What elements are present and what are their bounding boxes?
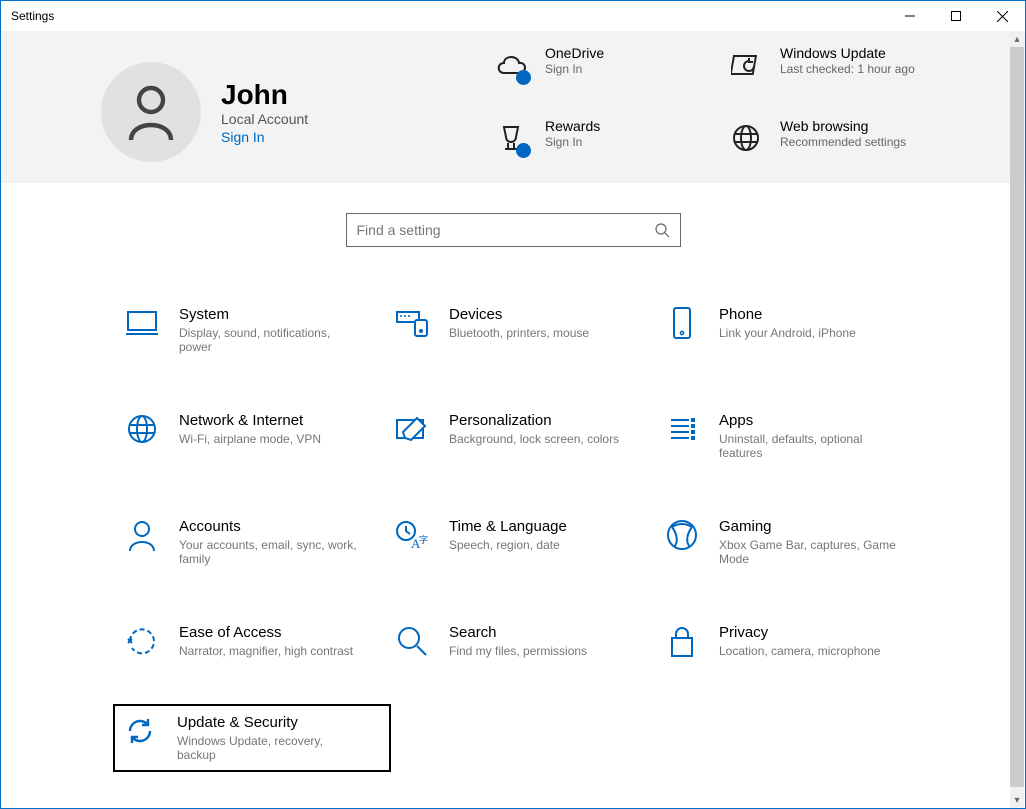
tile-title: Web browsing	[780, 118, 906, 134]
minimize-button[interactable]	[887, 1, 933, 31]
tile-title: OneDrive	[545, 45, 604, 61]
phone-icon	[665, 306, 699, 340]
category-update-security[interactable]: Update & Security Windows Update, recove…	[113, 704, 391, 772]
globe-icon	[125, 412, 159, 446]
category-system[interactable]: System Display, sound, notifications, po…	[121, 302, 391, 358]
rewards-icon	[491, 118, 531, 158]
category-title: Search	[449, 624, 587, 641]
update-security-icon	[123, 714, 157, 748]
category-time-language[interactable]: A字 Time & Language Speech, region, date	[391, 514, 661, 570]
category-desc: Uninstall, defaults, optional features	[719, 432, 899, 460]
category-title: Accounts	[179, 518, 359, 535]
categories-grid: System Display, sound, notifications, po…	[121, 302, 991, 772]
category-desc: Background, lock screen, colors	[449, 432, 619, 446]
scrollbar-track[interactable]	[1010, 47, 1024, 792]
tile-subtitle: Last checked: 1 hour ago	[780, 62, 915, 76]
tile-onedrive[interactable]: OneDrive Sign In	[491, 41, 716, 110]
search-icon	[654, 222, 670, 238]
category-phone[interactable]: Phone Link your Android, iPhone	[661, 302, 931, 358]
category-desc: Find my files, permissions	[449, 644, 587, 658]
avatar[interactable]	[101, 62, 201, 162]
category-desc: Speech, region, date	[449, 538, 567, 552]
window-controls	[887, 1, 1025, 31]
user-block: John Local Account Sign In	[101, 41, 491, 183]
settings-window: Settings John	[0, 0, 1026, 809]
category-title: Devices	[449, 306, 589, 323]
category-desc: Display, sound, notifications, power	[179, 326, 359, 354]
header-tiles: OneDrive Sign In Windows Update	[491, 41, 971, 183]
accounts-icon	[125, 518, 159, 552]
close-button[interactable]	[979, 1, 1025, 31]
category-privacy[interactable]: Privacy Location, camera, microphone	[661, 620, 931, 662]
category-title: Ease of Access	[179, 624, 353, 641]
user-subtitle: Local Account	[221, 111, 308, 127]
status-dot-icon	[516, 143, 531, 158]
scroll-down-arrow-icon[interactable]: ▾	[1010, 792, 1024, 808]
scroll-up-arrow-icon[interactable]: ▴	[1010, 31, 1024, 47]
globe-icon	[726, 118, 766, 158]
category-desc: Link your Android, iPhone	[719, 326, 856, 340]
category-title: Personalization	[449, 412, 619, 429]
search-box[interactable]	[346, 213, 681, 247]
category-title: Privacy	[719, 624, 880, 641]
category-desc: Wi-Fi, airplane mode, VPN	[179, 432, 321, 446]
vertical-scrollbar[interactable]: ▴ ▾	[1010, 31, 1024, 808]
category-desc: Location, camera, microphone	[719, 644, 880, 658]
time-language-icon: A字	[395, 518, 429, 552]
search-icon	[395, 624, 429, 658]
tile-windows-update[interactable]: Windows Update Last checked: 1 hour ago	[726, 41, 951, 110]
apps-icon	[665, 412, 699, 446]
maximize-button[interactable]	[933, 1, 979, 31]
tile-title: Windows Update	[780, 45, 915, 61]
category-apps[interactable]: Apps Uninstall, defaults, optional featu…	[661, 408, 931, 464]
category-title: Apps	[719, 412, 899, 429]
category-desc: Your accounts, email, sync, work, family	[179, 538, 359, 566]
category-title: Phone	[719, 306, 856, 323]
system-icon	[125, 306, 159, 340]
header-panel: John Local Account Sign In OneDrive Sign…	[1, 31, 1025, 183]
ease-of-access-icon	[125, 624, 159, 658]
tile-title: Rewards	[545, 118, 600, 134]
category-desc: Bluetooth, printers, mouse	[449, 326, 589, 340]
titlebar: Settings	[1, 1, 1025, 31]
category-desc: Narrator, magnifier, high contrast	[179, 644, 353, 658]
window-title: Settings	[11, 9, 54, 23]
category-network[interactable]: Network & Internet Wi-Fi, airplane mode,…	[121, 408, 391, 464]
category-title: Update & Security	[177, 714, 357, 731]
search-input[interactable]	[357, 222, 654, 238]
category-accounts[interactable]: Accounts Your accounts, email, sync, wor…	[121, 514, 391, 570]
user-text: John Local Account Sign In	[221, 79, 308, 145]
category-title: System	[179, 306, 359, 323]
scrollbar-thumb[interactable]	[1010, 47, 1024, 787]
tile-subtitle: Sign In	[545, 62, 604, 76]
category-title: Time & Language	[449, 518, 567, 535]
user-signin-link[interactable]: Sign In	[221, 129, 308, 145]
cloud-icon	[491, 45, 531, 85]
category-ease-of-access[interactable]: Ease of Access Narrator, magnifier, high…	[121, 620, 391, 662]
user-name: John	[221, 79, 308, 111]
status-dot-icon	[516, 70, 531, 85]
tile-rewards[interactable]: Rewards Sign In	[491, 114, 716, 183]
category-personalization[interactable]: Personalization Background, lock screen,…	[391, 408, 661, 464]
content: John Local Account Sign In OneDrive Sign…	[1, 31, 1025, 808]
user-icon	[127, 84, 175, 140]
update-icon	[726, 45, 766, 85]
category-desc: Windows Update, recovery, backup	[177, 734, 357, 762]
category-desc: Xbox Game Bar, captures, Game Mode	[719, 538, 899, 566]
tile-subtitle: Sign In	[545, 135, 600, 149]
gaming-icon	[665, 518, 699, 552]
devices-icon	[395, 306, 429, 340]
category-gaming[interactable]: Gaming Xbox Game Bar, captures, Game Mod…	[661, 514, 931, 570]
tile-subtitle: Recommended settings	[780, 135, 906, 149]
lock-icon	[665, 624, 699, 658]
category-title: Network & Internet	[179, 412, 321, 429]
category-search[interactable]: Search Find my files, permissions	[391, 620, 661, 662]
category-devices[interactable]: Devices Bluetooth, printers, mouse	[391, 302, 661, 358]
tile-web-browsing[interactable]: Web browsing Recommended settings	[726, 114, 951, 183]
personalization-icon	[395, 412, 429, 446]
category-title: Gaming	[719, 518, 899, 535]
svg-text:字: 字	[419, 534, 428, 545]
